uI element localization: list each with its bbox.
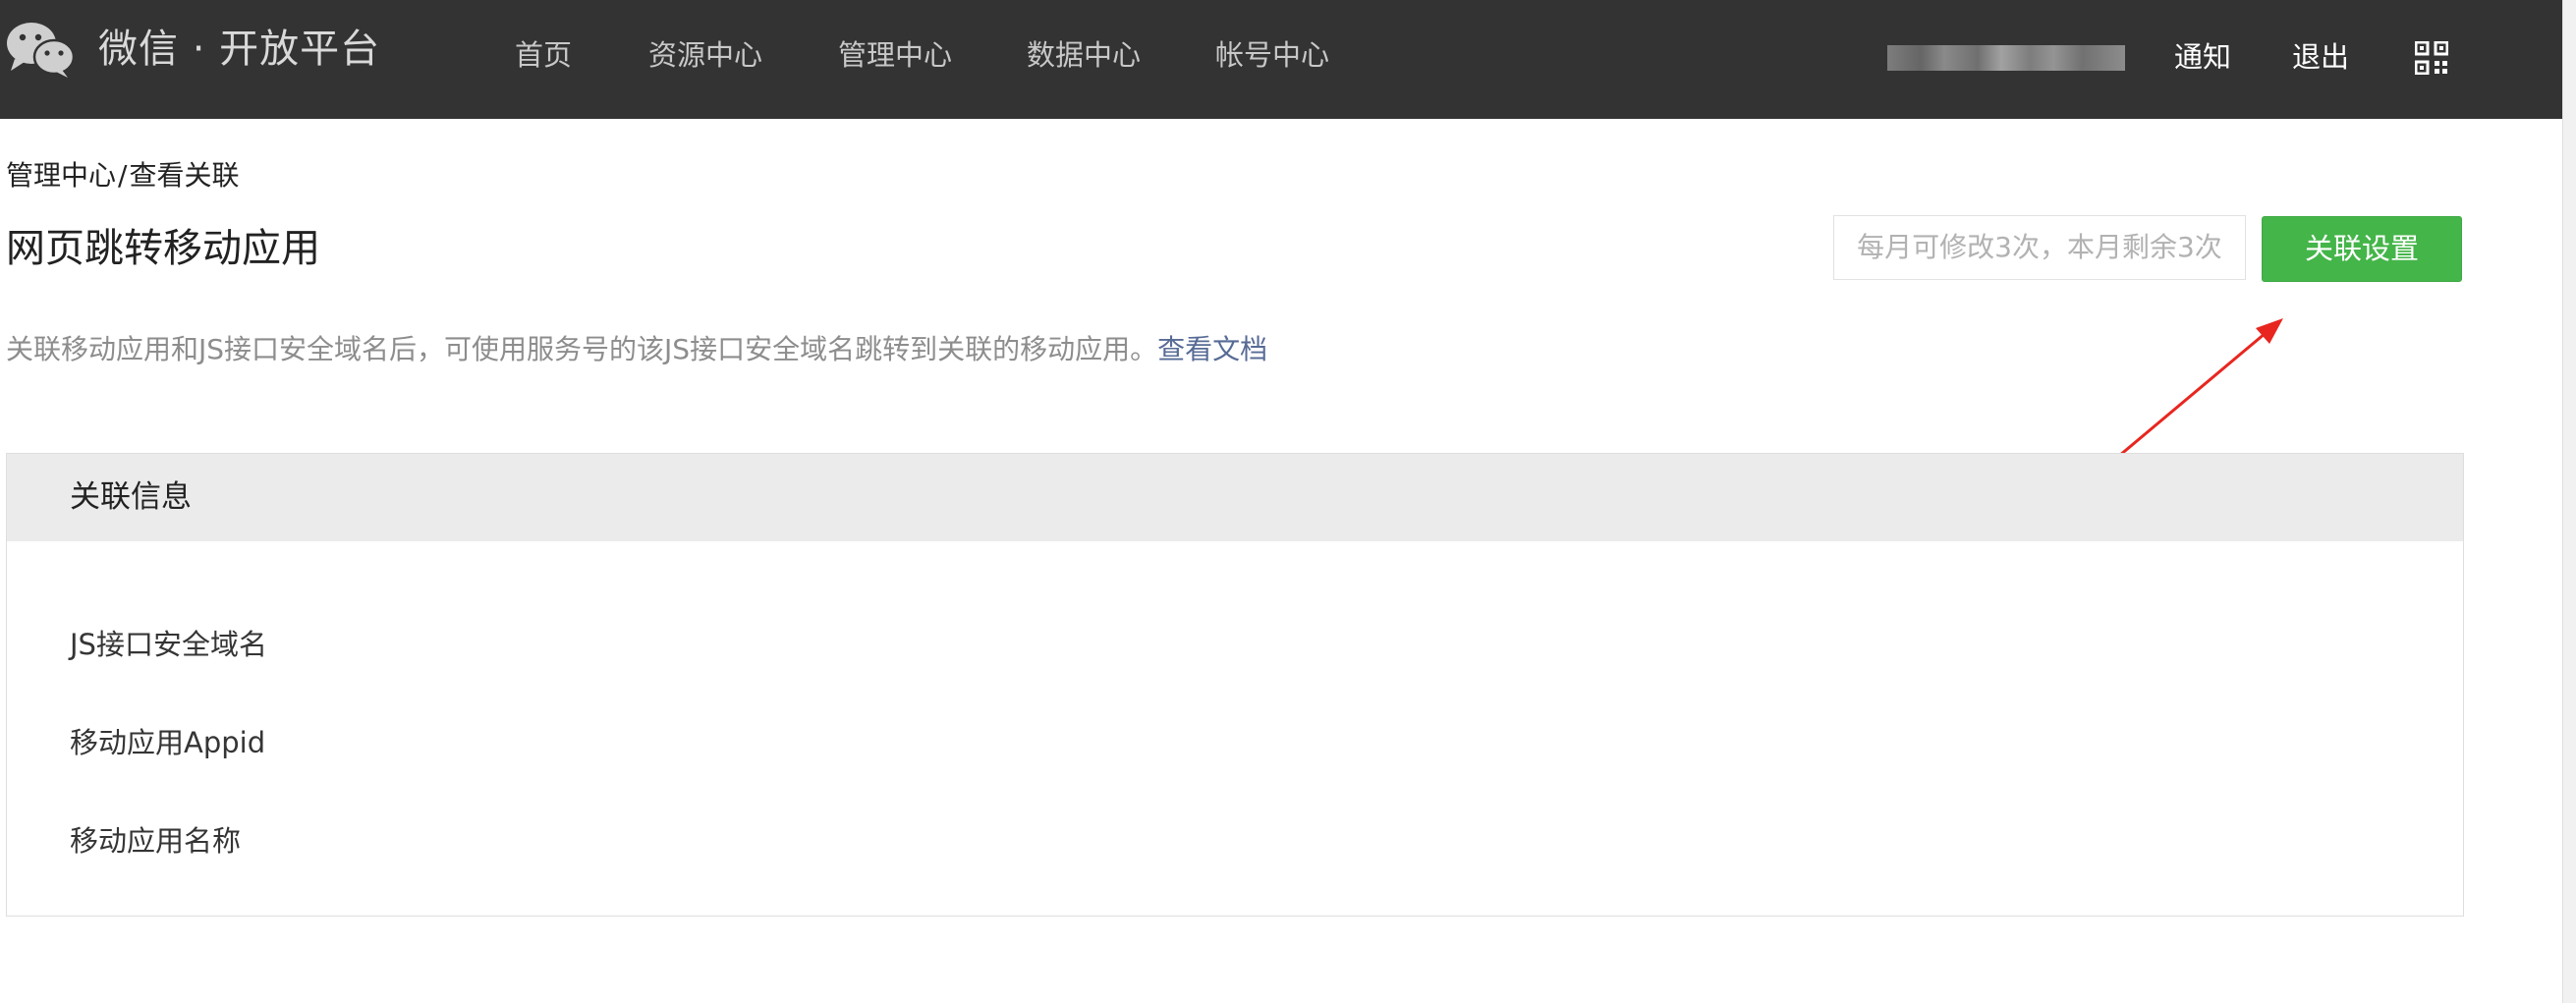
field-label-js-domain: JS接口安全域名	[70, 628, 267, 661]
nav-item-management[interactable]: 管理中心	[838, 35, 952, 75]
logout-link[interactable]: 退出	[2292, 37, 2349, 77]
breadcrumb-parent[interactable]: 管理中心	[6, 159, 116, 192]
field-label-app-appid: 移动应用Appid	[70, 726, 266, 759]
panel-title: 关联信息	[70, 479, 192, 515]
field-label-app-name: 移动应用名称	[70, 824, 242, 858]
view-docs-link[interactable]: 查看文档	[1157, 333, 1267, 365]
top-nav-bar: 微信 · 开放平台 首页 资源中心 管理中心 数据中心 帐号中心 通知 退出	[0, 0, 2562, 119]
association-info-panel: 关联信息 JS接口安全域名 移动应用Appid 移动应用名称	[6, 453, 2464, 917]
wechat-logo-icon[interactable]	[5, 20, 76, 79]
association-settings-button[interactable]: 关联设置	[2262, 216, 2462, 282]
description-text: 关联移动应用和JS接口安全域名后，可使用服务号的该JS接口安全域名跳转到关联的移…	[6, 333, 1158, 365]
panel-header: 关联信息	[7, 454, 2463, 541]
quota-info: 每月可修改3次，本月剩余3次	[1833, 215, 2246, 280]
nav-item-home[interactable]: 首页	[515, 35, 572, 75]
notify-link[interactable]: 通知	[2174, 37, 2231, 77]
nav-item-resources[interactable]: 资源中心	[648, 35, 762, 75]
vertical-scrollbar[interactable]	[2562, 0, 2576, 1003]
brand-title[interactable]: 微信 · 开放平台	[98, 24, 380, 75]
breadcrumb-current: 查看关联	[129, 159, 240, 192]
redacted-username[interactable]	[1887, 45, 2125, 71]
qrcode-icon[interactable]	[2415, 41, 2448, 75]
breadcrumb-separator: /	[118, 159, 128, 192]
nav-item-data[interactable]: 数据中心	[1027, 35, 1141, 75]
page-description: 关联移动应用和JS接口安全域名后，可使用服务号的该JS接口安全域名跳转到关联的移…	[6, 330, 1267, 369]
page-title: 网页跳转移动应用	[6, 226, 320, 271]
nav-item-account[interactable]: 帐号中心	[1215, 35, 1329, 75]
breadcrumb: 管理中心/查看关联	[6, 157, 239, 195]
